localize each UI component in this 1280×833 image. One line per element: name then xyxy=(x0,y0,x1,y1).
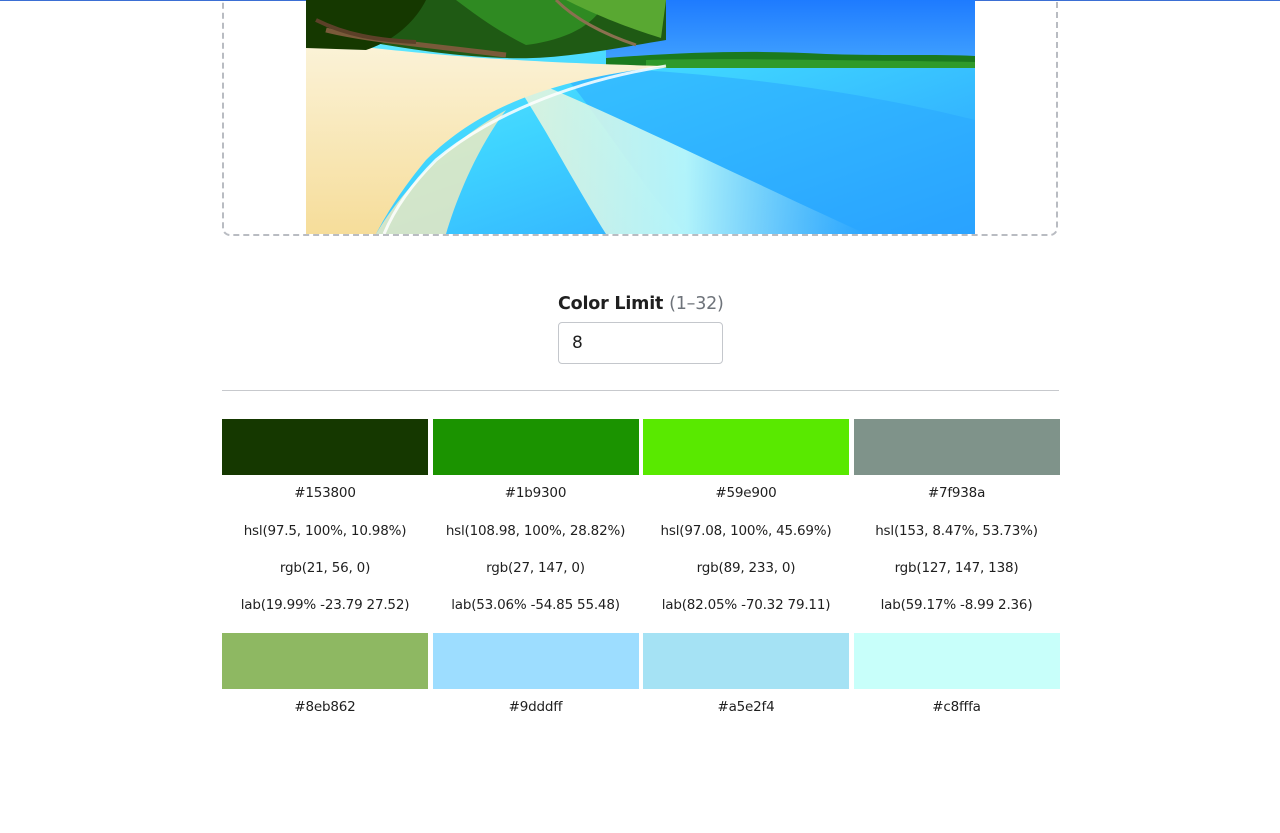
uploaded-beach-image xyxy=(306,0,975,234)
color-swatch-card: #1b9300 hsl(108.98, 100%, 28.82%) rgb(27, … xyxy=(432,419,639,619)
swatch-rgb-value: rgb(21, 56, 0) xyxy=(279,560,371,576)
color-limit-group: Color Limit (1–32) xyxy=(558,294,728,364)
color-limit-input[interactable] xyxy=(558,322,723,364)
color-swatch[interactable] xyxy=(222,419,428,475)
swatch-rgb-value: rgb(89, 233, 0) xyxy=(696,560,796,576)
swatch-rgb-value: rgb(27, 147, 0) xyxy=(486,560,585,576)
swatch-hsl-value: hsl(108.98, 100%, 28.82%) xyxy=(445,523,626,539)
color-swatch-card: #59e900 hsl(97.08, 100%, 45.69%) rgb(89, 2… xyxy=(643,419,849,619)
swatch-hex-value: #7f938a xyxy=(927,485,986,501)
color-swatch[interactable] xyxy=(643,419,849,475)
color-swatch-card: #7f938a hsl(153, 8.47%, 53.73%) rgb(127, 1… xyxy=(853,419,1060,619)
color-swatch[interactable] xyxy=(432,633,639,689)
swatch-hsl-value: hsl(153, 8.47%, 53.73%) xyxy=(875,523,1038,539)
swatch-hex-value: #c8fffa xyxy=(932,699,981,715)
swatch-hsl-value: hsl(97.5, 100%, 10.98%) xyxy=(243,523,407,539)
color-swatch[interactable] xyxy=(643,633,849,689)
swatch-hsl-value: hsl(97.08, 100%, 45.69%) xyxy=(660,523,832,539)
swatch-lab-value: lab(82.05% -70.32 79.11) xyxy=(661,597,831,613)
color-swatch-card: #9dddff xyxy=(432,633,639,833)
color-limit-label: Color Limit (1–32) xyxy=(558,294,728,314)
color-limit-title: Color Limit xyxy=(558,294,664,314)
swatch-hex-value: #1b9300 xyxy=(504,485,567,501)
swatch-hex-value: #59e900 xyxy=(715,485,777,501)
color-swatch[interactable] xyxy=(222,633,428,689)
swatch-lab-value: lab(19.99% -23.79 27.52) xyxy=(240,597,410,613)
swatch-hex-value: #a5e2f4 xyxy=(717,699,775,715)
color-swatch[interactable] xyxy=(853,633,1060,689)
color-swatch[interactable] xyxy=(432,419,639,475)
swatch-hex-value: #9dddff xyxy=(508,699,563,715)
swatch-lab-value: lab(59.17% -8.99 2.36) xyxy=(880,597,1033,613)
color-swatch[interactable] xyxy=(853,419,1060,475)
swatch-rgb-value: rgb(127, 147, 138) xyxy=(894,560,1019,576)
color-swatch-card: #c8fffa xyxy=(853,633,1060,833)
color-swatch-card: #a5e2f4 xyxy=(643,633,849,833)
swatch-hex-value: #153800 xyxy=(294,485,356,501)
divider xyxy=(222,390,1059,391)
color-swatch-card: #153800 hsl(97.5, 100%, 10.98%) rgb(21, 56… xyxy=(222,419,428,619)
color-swatch-card: #8eb862 xyxy=(222,633,428,833)
swatch-lab-value: lab(53.06% -54.85 55.48) xyxy=(451,597,620,613)
swatch-hex-value: #8eb862 xyxy=(294,699,356,715)
color-limit-range: (1–32) xyxy=(669,294,724,314)
